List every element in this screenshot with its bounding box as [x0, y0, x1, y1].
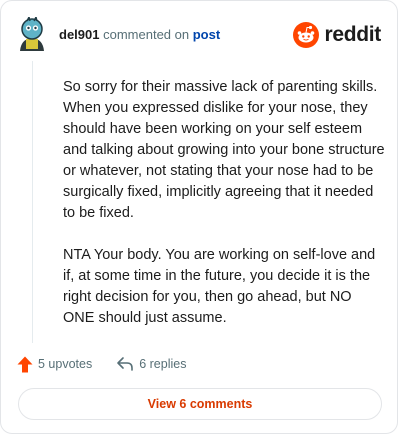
upvote-button[interactable]: 5 upvotes [17, 356, 92, 373]
comment-paragraph: So sorry for their massive lack of paren… [63, 79, 385, 221]
post-link[interactable]: post [193, 27, 220, 42]
upvote-count: 5 upvotes [38, 357, 93, 371]
comment-actions: 5 upvotes 6 replies [17, 353, 186, 375]
reddit-wordmark: reddit [324, 23, 381, 46]
upvote-arrow-icon [17, 356, 33, 372]
user-avatar[interactable] [17, 14, 47, 53]
thread-line [32, 61, 33, 343]
view-comments-button[interactable]: View 6 comments [18, 388, 382, 420]
comment-paragraph: NTA Your body. You are working on self-l… [63, 247, 376, 326]
reddit-logo[interactable]: reddit [293, 21, 381, 49]
reply-count: 6 replies [139, 357, 187, 371]
username[interactable]: del901 [59, 27, 99, 42]
reply-arrow-icon [117, 357, 134, 371]
comment-meta: del901 commented on post [59, 27, 220, 42]
commented-text: commented on [103, 27, 190, 42]
reddit-snoo-icon [293, 22, 320, 48]
avatar-icon [20, 14, 44, 51]
comment-header: del901 commented on post reddit [17, 14, 381, 53]
embedded-comment-card: del901 commented on post reddit So sorry… [0, 0, 398, 434]
comment-body: So sorry for their massive lack of paren… [63, 77, 385, 350]
replies-button[interactable]: 6 replies [116, 356, 186, 372]
